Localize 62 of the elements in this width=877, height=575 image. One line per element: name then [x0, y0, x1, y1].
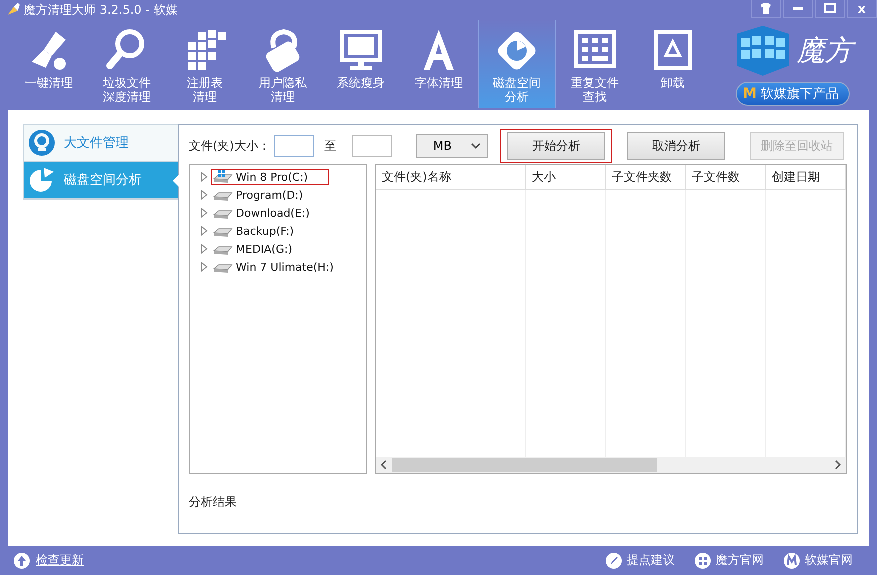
scroll-right-icon: [834, 460, 842, 470]
grid-icon: [695, 552, 711, 568]
toolbar-button[interactable]: 磁盘空间 分析: [478, 20, 556, 108]
min-size-field[interactable]: [274, 135, 314, 157]
result-label: 分析结果: [189, 494, 238, 511]
drive-label: Win 8 Pro(C:): [236, 170, 308, 184]
brush-icon: [6, 3, 20, 17]
to-label: 至: [324, 138, 336, 154]
size-label: 文件(夹)大小：: [189, 138, 270, 154]
maximize-button[interactable]: [815, 0, 845, 18]
tree-item[interactable]: Download(E:): [200, 204, 366, 222]
system-drive-icon: [212, 170, 234, 184]
update-link[interactable]: 检查更新: [36, 552, 84, 569]
sidebar-item[interactable]: 大文件管理: [24, 125, 178, 162]
upload-icon: [14, 552, 30, 568]
drive-label: Download(E:): [236, 206, 310, 220]
footer-link[interactable]: 提点建议: [606, 552, 675, 569]
close-button[interactable]: x: [847, 0, 877, 18]
minimize-icon: [793, 7, 803, 10]
toolbar-button[interactable]: 卸载: [634, 20, 712, 108]
chevron-down-icon: [471, 142, 482, 150]
scrollbar-thumb[interactable]: [392, 458, 657, 472]
tree-item[interactable]: Win 7 Ulimate(H:): [200, 258, 366, 276]
footer-link[interactable]: 魔方官网: [695, 552, 764, 569]
column-header[interactable]: 大小: [526, 165, 606, 189]
column-header[interactable]: 子文件数: [686, 165, 766, 189]
tree-item[interactable]: Backup(F:): [200, 222, 366, 240]
pie-chart-icon: [28, 166, 56, 194]
action-button[interactable]: 取消分析: [627, 132, 726, 160]
shirt-icon: [759, 2, 773, 15]
column-header[interactable]: 文件(夹)名称: [376, 165, 526, 189]
drive-label: Backup(F:): [236, 224, 294, 238]
search-icon: [28, 129, 56, 157]
scroll-left-icon: [380, 460, 388, 470]
window-title: 魔方清理大师 3.2.5.0 - 软媒: [23, 2, 179, 18]
footer-link[interactable]: 软媒官网: [784, 552, 853, 569]
shirt-button[interactable]: [751, 0, 781, 18]
tree-item[interactable]: Win 8 Pro(C:): [200, 168, 366, 186]
unit-dropdown[interactable]: MB: [416, 134, 488, 158]
toolbar-button[interactable]: 系统瘦身: [322, 20, 400, 108]
toolbar-button[interactable]: 用户隐私 清理: [244, 20, 322, 108]
toolbar-button[interactable]: 注册表 清理: [166, 20, 244, 108]
drive-label: Win 7 Ulimate(H:): [236, 260, 334, 274]
toolbar-button[interactable]: 重复文件 查找: [556, 20, 634, 108]
action-button[interactable]: 开始分析: [507, 132, 606, 160]
m-logo-icon: [784, 552, 800, 568]
toolbar-button[interactable]: 一键清理: [10, 20, 88, 108]
column-header[interactable]: 子文件夹数: [606, 165, 686, 189]
max-size-field[interactable]: [352, 135, 392, 157]
tree-item[interactable]: MEDIA(G:): [200, 240, 366, 258]
toolbar-button[interactable]: 垃圾文件 深度清理: [88, 20, 166, 108]
product-button[interactable]: M 软媒旗下产品: [736, 82, 850, 106]
sidebar-item[interactable]: 磁盘空间分析: [24, 162, 178, 199]
drive-label: MEDIA(G:): [236, 242, 292, 256]
column-header[interactable]: 创建日期: [766, 165, 846, 189]
toolbar-button[interactable]: 字体清理: [400, 20, 478, 108]
minimize-button[interactable]: [783, 0, 813, 18]
drive-label: Program(D:): [236, 188, 304, 202]
pen-icon: [606, 552, 622, 568]
monitor-icon: [338, 28, 384, 72]
tree-item[interactable]: Program(D:): [200, 186, 366, 204]
maximize-icon: [824, 2, 836, 15]
